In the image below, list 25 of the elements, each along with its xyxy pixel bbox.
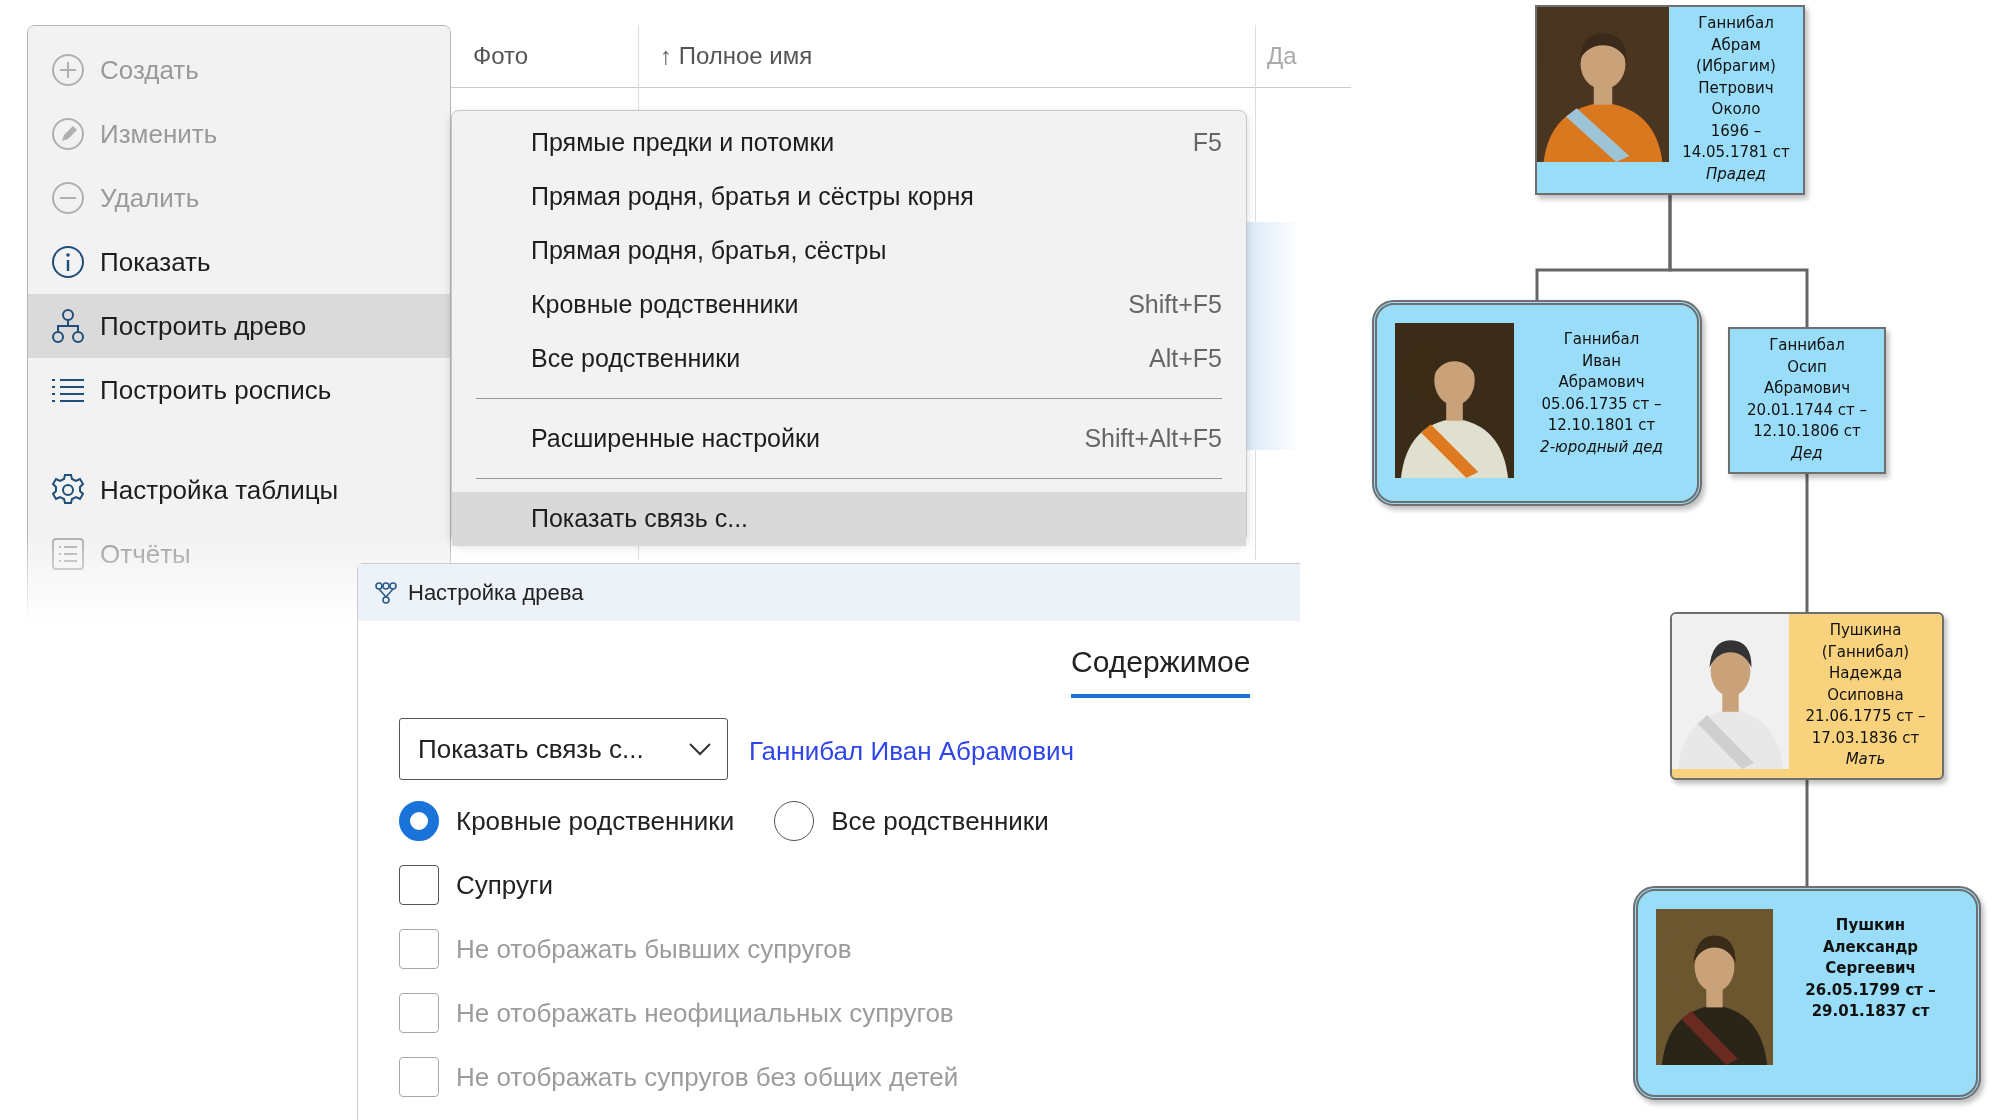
life-dates: 26.05.1799 ст – 29.01.1837 ст (1805, 979, 1936, 1022)
relation-label: Прадед (1706, 163, 1766, 185)
dialog-title: Настройка древа (408, 579, 584, 607)
person-name: Пушкина (Ганнибал) Надежда Осиповна (1821, 620, 1910, 706)
person-name: Ганнибал Абрам (Ибрагим) Петрович (1696, 13, 1776, 99)
radio-label: Все родственники (831, 804, 1049, 838)
relation-label: Дед (1791, 442, 1823, 464)
radio-label: Кровные родственники (456, 804, 735, 838)
shortcut-label: Shift+Alt+F5 (1084, 423, 1222, 455)
person-name: Пушкин Александр Сергеевич (1822, 915, 1919, 979)
relation-label: 2-юродный дед (1540, 436, 1663, 458)
shortcut-label: Shift+F5 (1128, 289, 1222, 321)
shortcut-label: Alt+F5 (1149, 343, 1222, 375)
checkbox-label: Не отображать супругов без общих детей (456, 1060, 959, 1094)
life-dates: 20.01.1744 ст – 12.10.1806 ст (1747, 399, 1867, 442)
relation-label: Мать (1845, 749, 1886, 770)
checkbox-label: Супруги (456, 868, 554, 902)
shortcut-label: F5 (1192, 127, 1222, 159)
person-name: Ганнибал Осип Абрамович (1763, 335, 1851, 399)
person-name: Ганнибал Иван Абрамович (1558, 329, 1645, 393)
checkbox-label: Не отображать бывших супругов (456, 932, 852, 966)
life-dates: 21.06.1775 ст – 17.03.1836 ст (1805, 706, 1926, 749)
life-dates: Около 1696 – 14.05.1781 ст (1682, 99, 1790, 163)
checkbox-label: Не отображать неофициальных супругов (456, 996, 954, 1030)
life-dates: 05.06.1735 ст – 12.10.1801 ст (1541, 393, 1662, 436)
